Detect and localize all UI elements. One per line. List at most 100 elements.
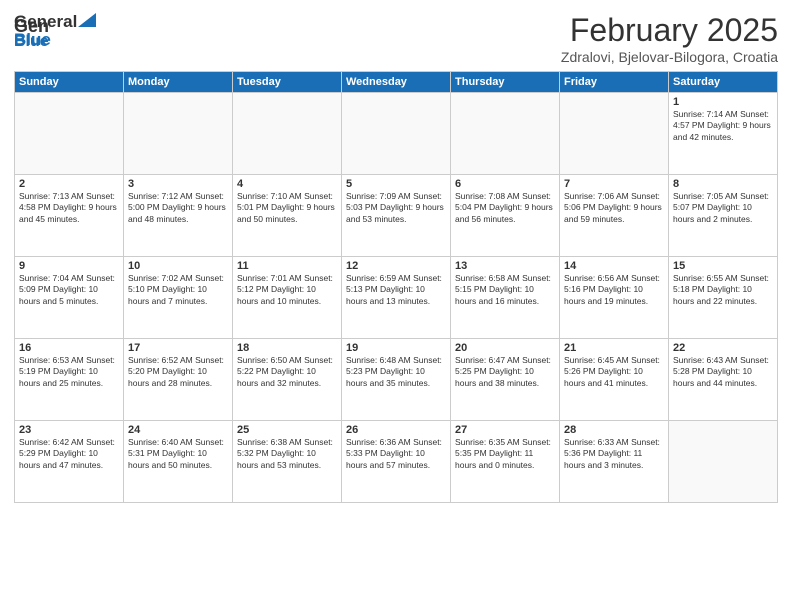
day-number: 23 xyxy=(19,424,119,436)
day-info: Sunrise: 6:56 AM Sunset: 5:16 PM Dayligh… xyxy=(564,273,664,307)
week-row-2: 9Sunrise: 7:04 AM Sunset: 5:09 PM Daylig… xyxy=(15,257,778,339)
day-info: Sunrise: 7:13 AM Sunset: 4:58 PM Dayligh… xyxy=(19,191,119,225)
calendar-cell: 12Sunrise: 6:59 AM Sunset: 5:13 PM Dayli… xyxy=(342,257,451,339)
day-number: 18 xyxy=(237,342,337,354)
day-info: Sunrise: 7:12 AM Sunset: 5:00 PM Dayligh… xyxy=(128,191,228,225)
calendar-cell: 26Sunrise: 6:36 AM Sunset: 5:33 PM Dayli… xyxy=(342,421,451,503)
calendar-cell: 22Sunrise: 6:43 AM Sunset: 5:28 PM Dayli… xyxy=(669,339,778,421)
day-number: 5 xyxy=(346,178,446,190)
day-number: 12 xyxy=(346,260,446,272)
day-number: 11 xyxy=(237,260,337,272)
day-number: 20 xyxy=(455,342,555,354)
calendar-cell: 17Sunrise: 6:52 AM Sunset: 5:20 PM Dayli… xyxy=(124,339,233,421)
day-info: Sunrise: 6:43 AM Sunset: 5:28 PM Dayligh… xyxy=(673,355,773,389)
week-row-4: 23Sunrise: 6:42 AM Sunset: 5:29 PM Dayli… xyxy=(15,421,778,503)
day-info: Sunrise: 6:36 AM Sunset: 5:33 PM Dayligh… xyxy=(346,437,446,471)
week-row-3: 16Sunrise: 6:53 AM Sunset: 5:19 PM Dayli… xyxy=(15,339,778,421)
weekday-header-wednesday: Wednesday xyxy=(342,72,451,93)
day-info: Sunrise: 7:02 AM Sunset: 5:10 PM Dayligh… xyxy=(128,273,228,307)
calendar-cell: 6Sunrise: 7:08 AM Sunset: 5:04 PM Daylig… xyxy=(451,175,560,257)
day-info: Sunrise: 7:09 AM Sunset: 5:03 PM Dayligh… xyxy=(346,191,446,225)
day-info: Sunrise: 7:14 AM Sunset: 4:57 PM Dayligh… xyxy=(673,109,773,143)
week-row-1: 2Sunrise: 7:13 AM Sunset: 4:58 PM Daylig… xyxy=(15,175,778,257)
calendar-cell xyxy=(124,93,233,175)
day-number: 8 xyxy=(673,178,773,190)
day-number: 9 xyxy=(19,260,119,272)
day-number: 28 xyxy=(564,424,664,436)
day-number: 26 xyxy=(346,424,446,436)
calendar-cell: 4Sunrise: 7:10 AM Sunset: 5:01 PM Daylig… xyxy=(233,175,342,257)
calendar-cell: 9Sunrise: 7:04 AM Sunset: 5:09 PM Daylig… xyxy=(15,257,124,339)
day-info: Sunrise: 6:59 AM Sunset: 5:13 PM Dayligh… xyxy=(346,273,446,307)
day-number: 16 xyxy=(19,342,119,354)
day-info: Sunrise: 7:06 AM Sunset: 5:06 PM Dayligh… xyxy=(564,191,664,225)
weekday-header-monday: Monday xyxy=(124,72,233,93)
calendar-cell xyxy=(669,421,778,503)
day-info: Sunrise: 6:42 AM Sunset: 5:29 PM Dayligh… xyxy=(19,437,119,471)
day-number: 10 xyxy=(128,260,228,272)
calendar-cell xyxy=(451,93,560,175)
logo-general: General xyxy=(14,12,77,32)
calendar-cell: 18Sunrise: 6:50 AM Sunset: 5:22 PM Dayli… xyxy=(233,339,342,421)
weekday-header-row: SundayMondayTuesdayWednesdayThursdayFrid… xyxy=(15,72,778,93)
day-info: Sunrise: 6:35 AM Sunset: 5:35 PM Dayligh… xyxy=(455,437,555,471)
logo-triangle xyxy=(78,13,96,27)
calendar-cell xyxy=(233,93,342,175)
calendar-cell: 15Sunrise: 6:55 AM Sunset: 5:18 PM Dayli… xyxy=(669,257,778,339)
calendar-cell: 8Sunrise: 7:05 AM Sunset: 5:07 PM Daylig… xyxy=(669,175,778,257)
day-number: 19 xyxy=(346,342,446,354)
calendar-cell: 16Sunrise: 6:53 AM Sunset: 5:19 PM Dayli… xyxy=(15,339,124,421)
day-number: 3 xyxy=(128,178,228,190)
weekday-header-sunday: Sunday xyxy=(15,72,124,93)
calendar-cell: 5Sunrise: 7:09 AM Sunset: 5:03 PM Daylig… xyxy=(342,175,451,257)
day-number: 2 xyxy=(19,178,119,190)
calendar-cell: 24Sunrise: 6:40 AM Sunset: 5:31 PM Dayli… xyxy=(124,421,233,503)
logo: General Blue General Blue xyxy=(14,12,96,50)
weekday-header-tuesday: Tuesday xyxy=(233,72,342,93)
day-number: 22 xyxy=(673,342,773,354)
calendar-cell xyxy=(15,93,124,175)
calendar-cell: 10Sunrise: 7:02 AM Sunset: 5:10 PM Dayli… xyxy=(124,257,233,339)
day-info: Sunrise: 6:48 AM Sunset: 5:23 PM Dayligh… xyxy=(346,355,446,389)
day-info: Sunrise: 6:58 AM Sunset: 5:15 PM Dayligh… xyxy=(455,273,555,307)
day-number: 1 xyxy=(673,96,773,108)
calendar-table: SundayMondayTuesdayWednesdayThursdayFrid… xyxy=(14,71,778,503)
day-number: 27 xyxy=(455,424,555,436)
day-info: Sunrise: 6:45 AM Sunset: 5:26 PM Dayligh… xyxy=(564,355,664,389)
weekday-header-thursday: Thursday xyxy=(451,72,560,93)
day-info: Sunrise: 7:05 AM Sunset: 5:07 PM Dayligh… xyxy=(673,191,773,225)
day-info: Sunrise: 6:33 AM Sunset: 5:36 PM Dayligh… xyxy=(564,437,664,471)
weekday-header-saturday: Saturday xyxy=(669,72,778,93)
calendar-cell: 23Sunrise: 6:42 AM Sunset: 5:29 PM Dayli… xyxy=(15,421,124,503)
calendar-cell: 28Sunrise: 6:33 AM Sunset: 5:36 PM Dayli… xyxy=(560,421,669,503)
week-row-0: 1Sunrise: 7:14 AM Sunset: 4:57 PM Daylig… xyxy=(15,93,778,175)
logo-blue: Blue xyxy=(14,30,51,50)
day-info: Sunrise: 7:01 AM Sunset: 5:12 PM Dayligh… xyxy=(237,273,337,307)
page: General Blue General Blue xyxy=(0,0,792,612)
day-info: Sunrise: 6:40 AM Sunset: 5:31 PM Dayligh… xyxy=(128,437,228,471)
day-number: 6 xyxy=(455,178,555,190)
location-title: Zdralovi, Bjelovar-Bilogora, Croatia xyxy=(561,49,778,65)
day-info: Sunrise: 6:50 AM Sunset: 5:22 PM Dayligh… xyxy=(237,355,337,389)
day-info: Sunrise: 6:52 AM Sunset: 5:20 PM Dayligh… xyxy=(128,355,228,389)
day-number: 25 xyxy=(237,424,337,436)
calendar-cell: 11Sunrise: 7:01 AM Sunset: 5:12 PM Dayli… xyxy=(233,257,342,339)
calendar-cell: 13Sunrise: 6:58 AM Sunset: 5:15 PM Dayli… xyxy=(451,257,560,339)
day-number: 13 xyxy=(455,260,555,272)
calendar-cell xyxy=(560,93,669,175)
month-title: February 2025 xyxy=(561,12,778,49)
day-info: Sunrise: 6:38 AM Sunset: 5:32 PM Dayligh… xyxy=(237,437,337,471)
weekday-header-friday: Friday xyxy=(560,72,669,93)
day-number: 15 xyxy=(673,260,773,272)
calendar-cell: 20Sunrise: 6:47 AM Sunset: 5:25 PM Dayli… xyxy=(451,339,560,421)
day-number: 4 xyxy=(237,178,337,190)
calendar-cell: 19Sunrise: 6:48 AM Sunset: 5:23 PM Dayli… xyxy=(342,339,451,421)
day-number: 24 xyxy=(128,424,228,436)
day-info: Sunrise: 6:55 AM Sunset: 5:18 PM Dayligh… xyxy=(673,273,773,307)
day-info: Sunrise: 7:04 AM Sunset: 5:09 PM Dayligh… xyxy=(19,273,119,307)
day-info: Sunrise: 6:47 AM Sunset: 5:25 PM Dayligh… xyxy=(455,355,555,389)
title-block: February 2025 Zdralovi, Bjelovar-Bilogor… xyxy=(561,12,778,65)
day-number: 7 xyxy=(564,178,664,190)
day-info: Sunrise: 6:53 AM Sunset: 5:19 PM Dayligh… xyxy=(19,355,119,389)
calendar-cell: 7Sunrise: 7:06 AM Sunset: 5:06 PM Daylig… xyxy=(560,175,669,257)
